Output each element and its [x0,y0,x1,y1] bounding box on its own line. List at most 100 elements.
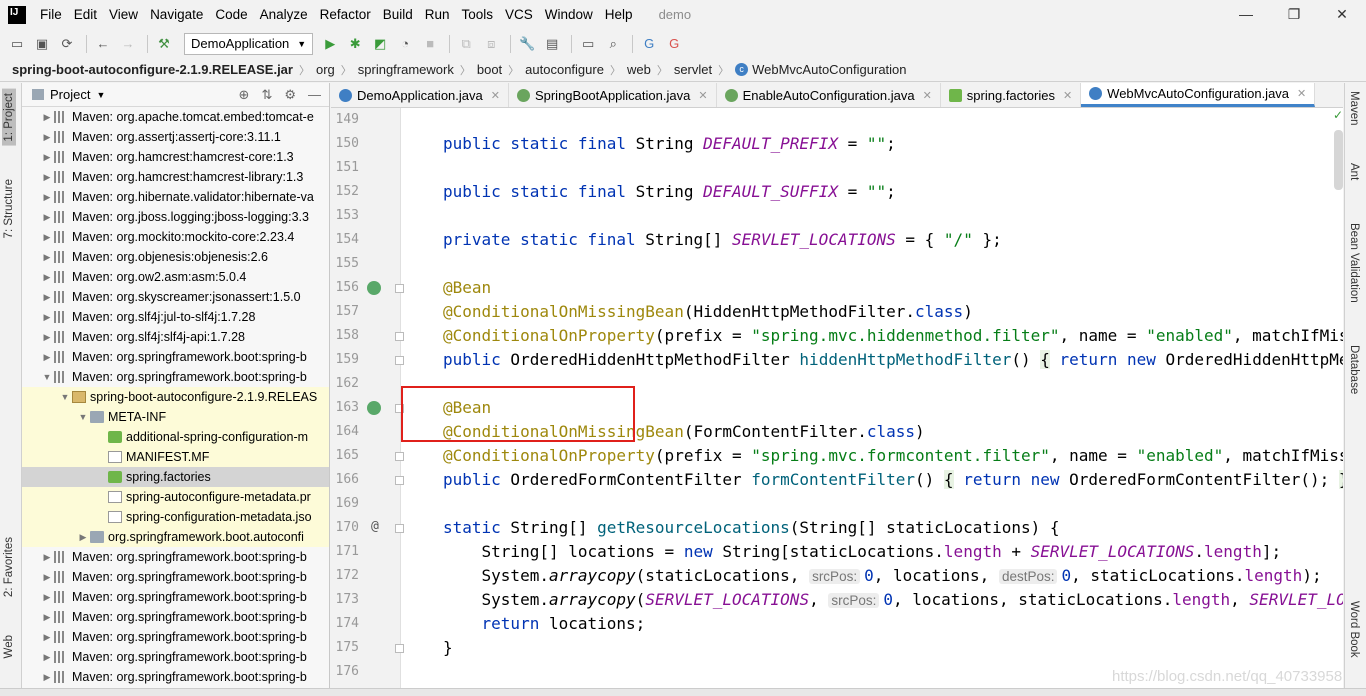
fold-marker-icon[interactable] [395,332,404,341]
breadcrumb-autoconfigure[interactable]: autoconfigure [525,62,604,77]
breadcrumb-org[interactable]: org [316,62,335,77]
tree-item[interactable]: ▶ Maven: org.ow2.asm:asm:5.0.4 [22,267,329,287]
locate-icon[interactable]: ⊕ [239,87,250,103]
maximize-icon[interactable]: ❐ [1270,0,1318,29]
expand-arrow-right-icon[interactable]: ▶ [40,272,54,283]
translate-replace-icon[interactable]: G [663,33,685,55]
menu-help[interactable]: Help [599,7,639,22]
close-icon[interactable]: ✕ [1318,0,1366,29]
tool-tab-web[interactable]: Web [2,631,16,662]
tree-item[interactable]: ▶ Maven: org.slf4j:jul-to-slf4j:1.7.28 [22,307,329,327]
open-folder-icon[interactable]: ▭ [6,33,28,55]
tree-item[interactable]: ▶ Maven: org.slf4j:slf4j-api:1.7.28 [22,327,329,347]
tree-item[interactable]: ▶ Maven: org.skyscreamer:jsonassert:1.5.0 [22,287,329,307]
fold-marker-icon[interactable] [395,356,404,365]
expand-arrow-right-icon[interactable]: ▶ [40,592,54,603]
tree-item[interactable]: ▼ META-INF [22,407,329,427]
tree-item[interactable]: ▶ Maven: org.assertj:assertj-core:3.11.1 [22,127,329,147]
forward-icon[interactable]: → [117,33,139,55]
spring-bean-gutter-icon[interactable] [367,281,381,295]
menu-navigate[interactable]: Navigate [144,7,209,22]
tree-item[interactable]: spring.factories [22,467,329,487]
expand-arrow-right-icon[interactable]: ▶ [40,252,54,263]
expand-arrow-right-icon[interactable]: ▶ [40,632,54,643]
run-icon[interactable]: ▶ [319,33,341,55]
editor-tab[interactable]: WebMvcAutoConfiguration.java ✕ [1081,83,1316,107]
close-tab-icon[interactable]: ✕ [698,89,707,102]
gear-icon[interactable]: ⚙ [284,87,296,103]
close-tab-icon[interactable]: ✕ [1297,87,1306,100]
tree-item[interactable]: ▶ Maven: org.springframework.boot:spring-… [22,547,329,567]
expand-arrow-right-icon[interactable]: ▶ [40,132,54,143]
editor-tab[interactable]: SpringBootApplication.java ✕ [509,83,717,107]
expand-arrow-right-icon[interactable]: ▶ [40,552,54,563]
tool-tab-maven[interactable]: Maven [1348,91,1360,126]
collapse-all-icon[interactable]: ⇅ [261,87,272,103]
project-structure-icon[interactable]: ▤ [541,33,563,55]
back-icon[interactable]: ← [92,33,114,55]
editor-tab[interactable]: spring.factories ✕ [941,83,1082,107]
expand-arrow-right-icon[interactable]: ▶ [40,672,54,683]
tree-item[interactable]: ▶ Maven: org.hamcrest:hamcrest-library:1.… [22,167,329,187]
expand-arrow-right-icon[interactable]: ▶ [40,572,54,583]
tree-item[interactable]: ▶ Maven: org.hibernate.validator:hibernat… [22,187,329,207]
tool-tab-word-book[interactable]: Word Book [1348,601,1360,658]
tree-item[interactable]: ▶ Maven: org.springframework.boot:spring-… [22,607,329,627]
chevron-down-icon[interactable]: ▼ [96,90,105,100]
tree-item[interactable]: spring-autoconfigure-metadata.pr [22,487,329,507]
profile-icon[interactable]: ◔ [394,33,416,55]
menu-build[interactable]: Build [377,7,419,22]
terminal-icon[interactable]: ▭ [577,33,599,55]
breadcrumb-jar[interactable]: spring-boot-autoconfigure-2.1.9.RELEASE.… [12,62,293,77]
fold-marker-icon[interactable] [395,476,404,485]
expand-arrow-right-icon[interactable]: ▶ [76,532,90,543]
editor-tab[interactable]: DemoApplication.java ✕ [331,83,509,107]
tool-tab-bean-validation[interactable]: Bean Validation [1348,223,1360,303]
run-configuration-select[interactable]: DemoApplication ▼ [184,32,314,55]
editor-tab[interactable]: EnableAutoConfiguration.java ✕ [717,83,941,107]
breadcrumb-servlet[interactable]: servlet [674,62,712,77]
tree-item[interactable]: ▶ Maven: org.mockito:mockito-core:2.23.4 [22,227,329,247]
fold-marker-icon[interactable] [395,524,404,533]
vcs-commit-icon[interactable]: ⧈ [480,33,502,55]
expand-arrow-right-icon[interactable]: ▶ [40,612,54,623]
close-tab-icon[interactable]: ✕ [923,89,932,102]
menu-view[interactable]: View [103,7,144,22]
expand-arrow-right-icon[interactable]: ▶ [40,192,54,203]
tool-tab-database[interactable]: Database [1348,345,1360,394]
search-icon[interactable]: ⌕ [602,33,624,55]
fold-marker-icon[interactable] [395,284,404,293]
menu-run[interactable]: Run [419,7,456,22]
expand-arrow-right-icon[interactable]: ▶ [40,172,54,183]
tree-item[interactable]: ▶ Maven: org.jboss.logging:jboss-logging:… [22,207,329,227]
expand-arrow-down-icon[interactable]: ▼ [58,392,72,402]
expand-arrow-right-icon[interactable]: ▶ [40,292,54,303]
menu-analyze[interactable]: Analyze [254,7,314,22]
menu-tools[interactable]: Tools [456,7,500,22]
tree-item[interactable]: ▶ Maven: org.springframework.boot:spring-… [22,667,329,687]
fold-marker-icon[interactable] [395,452,404,461]
tree-item[interactable]: ▶ Maven: org.objenesis:objenesis:2.6 [22,247,329,267]
tree-item[interactable]: additional-spring-configuration-m [22,427,329,447]
hide-icon[interactable]: — [308,87,321,103]
tree-item[interactable]: ▶ Maven: org.springframework.boot:spring-… [22,647,329,667]
tree-item[interactable]: ▶ Maven: org.apache.tomcat.embed:tomcat-e [22,107,329,127]
tool-tab-ant[interactable]: Ant [1348,163,1360,180]
tree-item[interactable]: ▶ Maven: org.springframework.boot:spring-… [22,587,329,607]
menu-file[interactable]: File [34,7,68,22]
expand-arrow-right-icon[interactable]: ▶ [40,312,54,323]
vertical-scrollbar[interactable] [1334,130,1343,190]
tool-tab-favorites[interactable]: 2: Favorites [2,533,16,601]
breadcrumb-springframework[interactable]: springframework [358,62,454,77]
tree-item[interactable]: ▶ Maven: org.springframework.boot:spring-… [22,627,329,647]
expand-arrow-down-icon[interactable]: ▼ [40,372,54,382]
wrench-icon[interactable]: 🔧 [516,33,538,55]
stop-icon[interactable]: ■ [419,33,441,55]
breadcrumb-class[interactable]: WebMvcAutoConfiguration [752,62,906,77]
expand-arrow-right-icon[interactable]: ▶ [40,332,54,343]
expand-arrow-right-icon[interactable]: ▶ [40,152,54,163]
coverage-icon[interactable]: ◩ [369,33,391,55]
expand-arrow-right-icon[interactable]: ▶ [40,212,54,223]
expand-arrow-right-icon[interactable]: ▶ [40,112,54,123]
menu-code[interactable]: Code [209,7,253,22]
